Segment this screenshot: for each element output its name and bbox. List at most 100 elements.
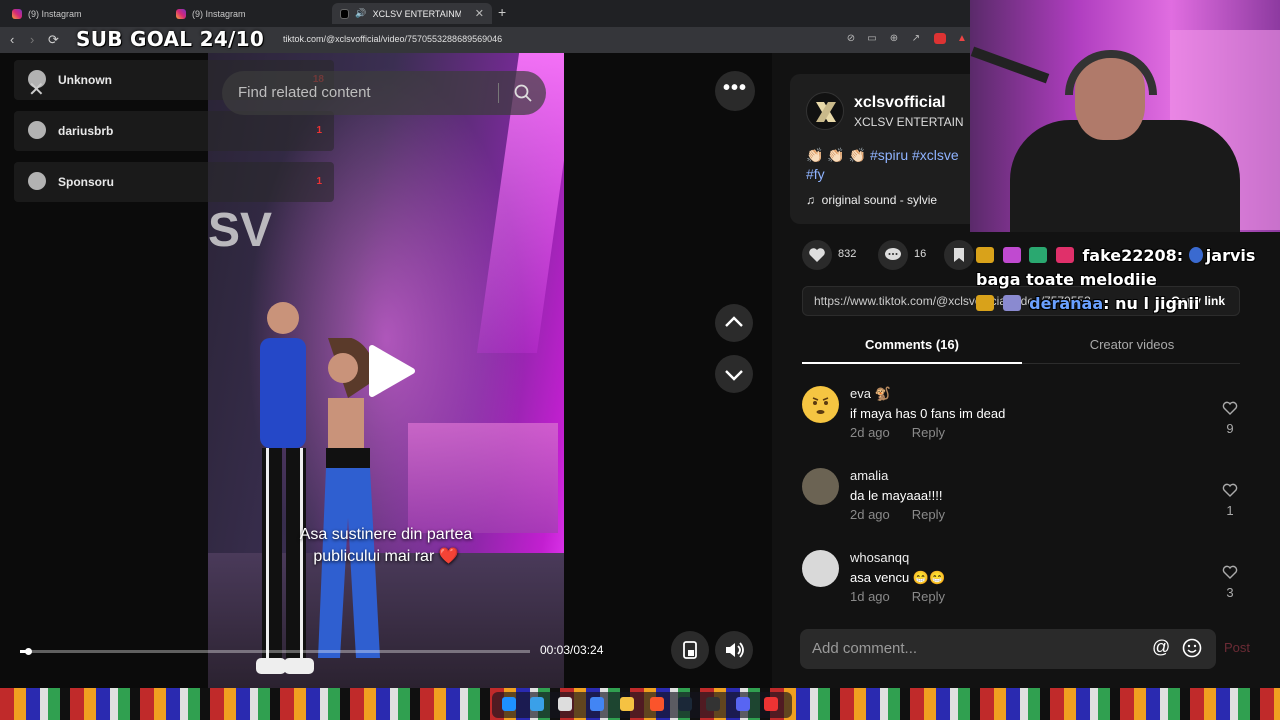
reply-button[interactable]: Reply (912, 589, 945, 604)
reply-button[interactable]: Reply (912, 507, 945, 522)
next-video-button[interactable] (715, 355, 753, 393)
chat-text: nu l jignii (1115, 294, 1200, 313)
commenter-avatar[interactable] (802, 550, 839, 587)
commenter-name[interactable]: whosanqq (850, 550, 909, 565)
like-count: 832 (838, 248, 857, 260)
comment-time: 1d ago (850, 589, 890, 604)
brave-shield-icon[interactable] (934, 33, 946, 44)
comment-item: whosanqq asa vencu 😁😁 1d ago Reply 3 (802, 550, 1242, 622)
commenter-name[interactable]: amalia (850, 468, 888, 483)
video-progress-bar[interactable] (20, 648, 530, 655)
tab-title: XCLSV ENTERTAINMENT (@xcl (372, 8, 461, 19)
steam-icon[interactable] (678, 697, 692, 711)
forward-icon[interactable]: › (30, 32, 34, 47)
creator-avatar[interactable] (806, 92, 844, 130)
back-icon[interactable]: ‹ (10, 32, 14, 47)
alert-count: 1 (316, 176, 322, 187)
comment-composer[interactable]: Add comment... @ (800, 629, 1216, 669)
chrome-icon[interactable] (590, 697, 604, 711)
browser-tab-instagram-2[interactable]: (9) Instagram (168, 3, 254, 24)
brave-icon[interactable] (650, 697, 664, 711)
folder-icon[interactable] (620, 697, 634, 711)
search-bar[interactable]: Find related content (222, 71, 546, 115)
chat-message: baga toate melodiie (976, 268, 1280, 292)
video-caption: Asa sustinere din partea publicului mai … (208, 524, 564, 568)
comment-meta: 2d ago Reply (850, 425, 945, 440)
fish-icon (28, 121, 46, 139)
search-input[interactable]: Find related content (238, 84, 371, 101)
like-button[interactable] (802, 240, 832, 270)
comment-button[interactable] (878, 240, 908, 270)
comment-count: 16 (914, 248, 927, 260)
music-title[interactable]: original sound - sylvie (822, 193, 937, 207)
taskbar-app-icon[interactable] (764, 697, 778, 711)
new-tab-button[interactable]: + (498, 4, 506, 20)
browser-tab-tiktok[interactable]: 🔊 XCLSV ENTERTAINMENT (@xcl ✕ (332, 3, 492, 24)
commenter-name[interactable]: eva 🐒 (850, 386, 891, 402)
block-icon[interactable]: ⊘ (845, 33, 857, 44)
hashtag-fy[interactable]: #fy (806, 166, 825, 182)
comment-meta: 2d ago Reply (850, 507, 945, 522)
reply-button[interactable]: Reply (912, 425, 945, 440)
search-icon[interactable] (514, 84, 532, 102)
taskbar-app-icon[interactable] (530, 697, 544, 711)
browser-tab-instagram-1[interactable]: (9) Instagram (4, 3, 90, 24)
commenter-avatar[interactable] (802, 468, 839, 505)
video-timecode: 00:03/03:24 (540, 643, 604, 657)
comment-like-icon[interactable] (1222, 564, 1238, 580)
comment-like-icon[interactable] (1222, 482, 1238, 498)
progress-knob[interactable] (24, 648, 32, 655)
close-tab-icon[interactable]: ✕ (475, 7, 484, 20)
search-divider (498, 83, 499, 103)
tab-comments[interactable]: Comments (16) (802, 337, 1022, 352)
mention-avatar-icon (1188, 247, 1203, 263)
music-note-icon: ♫ (806, 193, 815, 207)
sub-goal-overlay: SUB GOAL 24/10 (76, 27, 265, 51)
instagram-icon (176, 8, 186, 19)
chat-message: fake22208: jarvis (976, 244, 1280, 268)
gift-badge-icon (1029, 247, 1048, 263)
sub-badge-icon (1002, 295, 1021, 311)
zoom-icon[interactable]: ⊕ (888, 33, 900, 44)
comment-like-icon[interactable] (1222, 400, 1238, 416)
volume-button[interactable] (715, 631, 753, 669)
obs-icon[interactable] (706, 697, 720, 711)
volume-icon (726, 642, 744, 658)
taskbar (0, 688, 1280, 720)
mention-icon[interactable]: @ (1152, 637, 1170, 658)
taskbar-app-icon[interactable] (558, 697, 572, 711)
creator-username[interactable]: xclsvofficial (854, 94, 946, 112)
commenter-avatar[interactable] (802, 386, 839, 423)
post-comment-button[interactable]: Post (1224, 640, 1250, 655)
music-info[interactable]: ♫ original sound - sylvie (806, 193, 937, 207)
url-field[interactable]: tiktok.com/@xclsvofficial/video/75705532… (283, 34, 502, 44)
previous-video-button[interactable] (715, 304, 753, 342)
microphone-arm (970, 46, 1050, 84)
tiktok-icon (340, 8, 350, 19)
windows-start-icon[interactable] (502, 697, 516, 711)
discord-icon[interactable] (736, 697, 750, 711)
chevron-down-icon (725, 370, 743, 381)
alert-icon[interactable]: ▲ (956, 33, 968, 44)
comment-text: da le mayaaa!!!! (850, 488, 943, 503)
cast-icon[interactable]: ▭ (866, 33, 878, 44)
browser-tab-strip: (9) Instagram (9) Instagram 🔊 XCLSV ENTE… (0, 0, 970, 27)
chat-text: baga toate melodiie (976, 270, 1157, 289)
comment-item: amalia da le mayaaa!!!! 2d ago Reply 1 (802, 468, 1242, 540)
more-options-button[interactable]: ••• (715, 71, 755, 111)
bookmark-button[interactable] (944, 240, 974, 270)
alert-item: Sponsoru 1 (14, 162, 334, 202)
emoji-icon[interactable] (1182, 638, 1202, 658)
hashtags[interactable]: #spiru #xclsve (870, 147, 959, 163)
tab-creator-videos[interactable]: Creator videos (1022, 337, 1242, 352)
comment-input[interactable]: Add comment... (812, 640, 917, 657)
close-icon[interactable]: ✕ (28, 80, 48, 100)
share-icon[interactable]: ↗ (910, 33, 922, 44)
bits-badge-icon (1055, 247, 1074, 263)
dj-booth (408, 423, 558, 533)
reload-icon[interactable]: ⟳ (48, 32, 59, 48)
alert-count: 1 (316, 125, 322, 136)
play-icon[interactable] (366, 344, 416, 398)
pip-button[interactable] (671, 631, 709, 669)
clap-emojis: 👏🏻 👏🏻 👏🏻 (806, 147, 867, 163)
